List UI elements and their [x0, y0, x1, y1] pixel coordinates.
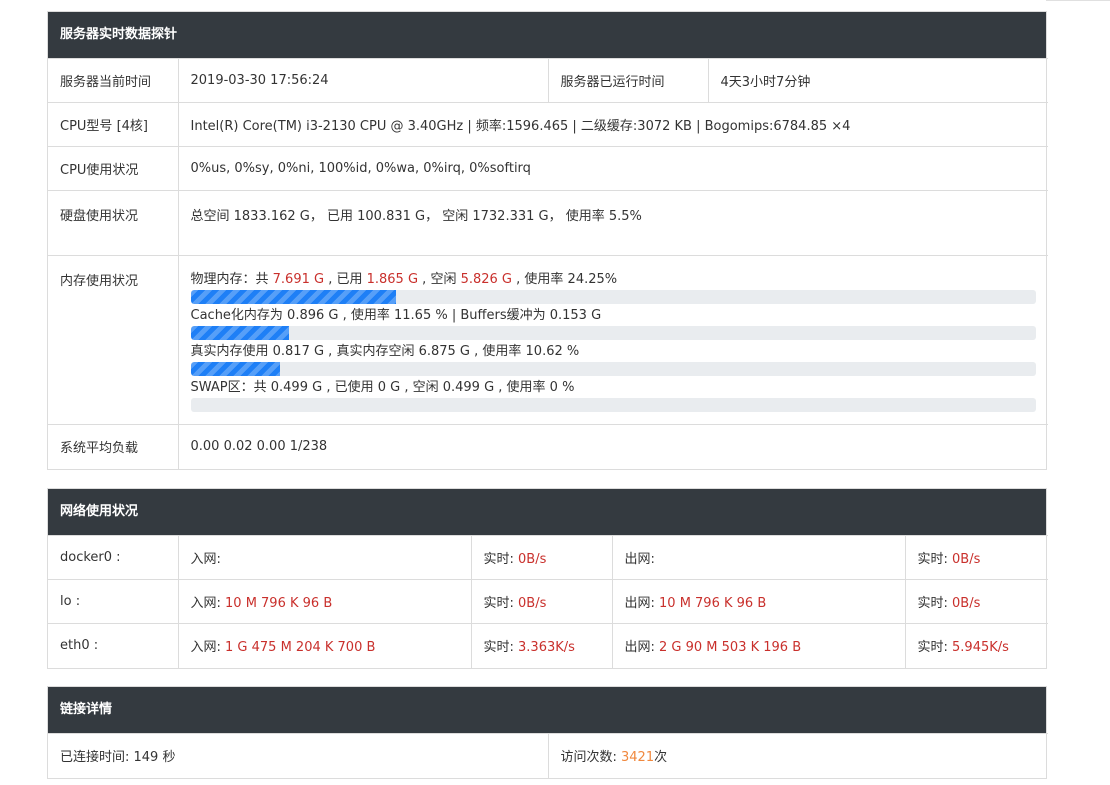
realtime-label: 实时:	[483, 596, 519, 611]
memory-usage-label: 内存使用状况	[48, 255, 179, 425]
cpu-usage-row: CPU使用状况 0%us, 0%sy, 0%ni, 100%id, 0%wa, …	[48, 146, 1048, 191]
network-row-eth0: eth0 : 入网: 1 G 475 M 204 K 700 B 实时: 3.3…	[48, 623, 1048, 668]
cpu-usage-label: CPU使用状况	[48, 146, 179, 191]
realtime-label: 实时:	[483, 640, 519, 656]
realtime-label: 实时:	[483, 552, 519, 567]
inbound-realtime-value: 0B/s	[518, 596, 547, 611]
physical-memory-line: 物理内存：共 7.691 G , 已用 1.865 G , 空闲 5.826 G…	[191, 272, 1037, 288]
outbound-label: 出网:	[624, 640, 660, 656]
cpu-usage-value: 0%us, 0%sy, 0%ni, 100%id, 0%wa, 0%irq, 0…	[178, 146, 1048, 191]
server-time-row: 服务器当前时间 2019-03-30 17:56:24 服务器已运行时间 4天3…	[48, 58, 1048, 103]
inbound-realtime: 实时: 0B/s	[471, 579, 613, 624]
physical-memory-free: 5.826 G	[460, 272, 513, 287]
network-table: docker0 : 入网: 实时: 0B/s 出网: 实时: 0B/s lo :…	[48, 535, 1048, 668]
inbound-total: 入网: 1 G 475 M 204 K 700 B	[178, 623, 472, 668]
inbound-realtime-value: 3.363K/s	[518, 640, 575, 656]
disk-usage-value: 总空间 1833.162 G， 已用 100.831 G， 空闲 1732.33…	[178, 190, 1048, 256]
connected-time: 已连接时间: 149 秒	[48, 733, 549, 778]
cpu-model-row: CPU型号 [4核] Intel(R) Core(TM) i3-2130 CPU…	[48, 102, 1048, 147]
top-edge-line	[1046, 0, 1110, 1]
real-memory-line: 真实内存使用 0.817 G , 真实内存空闲 6.875 G , 使用率 10…	[190, 344, 580, 359]
connection-panel: 链接详情 已连接时间: 149 秒 访问次数: 3421次	[47, 686, 1048, 779]
server-info-panel: 服务器实时数据探针 服务器当前时间 2019-03-30 17:56:24 服务…	[47, 11, 1048, 470]
memory-usage-details: 物理内存：共 7.691 G , 已用 1.865 G , 空闲 5.826 G…	[178, 255, 1048, 425]
server-panel-title: 服务器实时数据探针	[48, 12, 1046, 58]
physical-memory-used-label: , 已用	[324, 272, 367, 287]
network-panel: 网络使用状况 docker0 : 入网: 实时: 0B/s 出网: 实时: 0B…	[47, 488, 1048, 669]
inbound-realtime: 实时: 0B/s	[471, 535, 613, 580]
load-average-row: 系统平均负载 0.00 0.02 0.00 1/238	[48, 424, 1048, 469]
outbound-realtime-value: 5.945K/s	[952, 640, 1009, 656]
outbound-total: 出网:	[612, 535, 906, 580]
interface-name: lo :	[48, 579, 179, 624]
interface-name: eth0 :	[48, 623, 179, 668]
network-panel-title: 网络使用状况	[48, 489, 1046, 535]
network-row-docker0: docker0 : 入网: 实时: 0B/s 出网: 实时: 0B/s	[48, 535, 1048, 580]
outbound-total: 出网: 2 G 90 M 503 K 196 B	[612, 623, 906, 668]
visit-count-unit: 次	[654, 750, 668, 766]
realtime-label: 实时:	[917, 596, 953, 611]
realtime-label: 实时:	[917, 640, 953, 656]
connection-panel-title: 链接详情	[48, 687, 1046, 733]
visit-count-label: 访问次数:	[560, 750, 622, 766]
outbound-realtime: 实时: 5.945K/s	[905, 623, 1048, 668]
real-memory-progress	[190, 362, 1036, 376]
inbound-total: 入网:	[178, 535, 472, 580]
outbound-value: 10 M 796 K 96 B	[659, 596, 767, 611]
outbound-label: 出网:	[624, 596, 660, 611]
inbound-value: 1 G 475 M 204 K 700 B	[225, 640, 376, 656]
server-time-value: 2019-03-30 17:56:24	[178, 58, 549, 103]
inbound-realtime: 实时: 3.363K/s	[471, 623, 613, 668]
load-average-value: 0.00 0.02 0.00 1/238	[178, 424, 1048, 469]
swap-memory-progress	[190, 398, 1036, 412]
inbound-label: 入网:	[190, 596, 226, 611]
physical-memory-used: 1.865 G	[366, 272, 419, 287]
physical-memory-progress-fill	[190, 290, 396, 304]
physical-memory-rate: , 使用率 24.25%	[512, 272, 618, 287]
outbound-realtime-value: 0B/s	[952, 552, 981, 567]
swap-memory-line: SWAP区：共 0.499 G , 已使用 0 G , 空闲 0.499 G ,…	[190, 380, 575, 395]
cpu-model-value: Intel(R) Core(TM) i3-2130 CPU @ 3.40GHz …	[178, 102, 1048, 147]
outbound-realtime-value: 0B/s	[952, 596, 981, 611]
uptime-value: 4天3小时7分钟	[708, 58, 1048, 103]
cache-memory-progress-fill	[190, 326, 289, 340]
physical-memory-progress	[190, 290, 1036, 304]
outbound-value: 2 G 90 M 503 K 196 B	[659, 640, 802, 656]
cache-memory-line: Cache化内存为 0.896 G , 使用率 11.65 % | Buffer…	[190, 308, 602, 323]
connection-table: 已连接时间: 149 秒 访问次数: 3421次	[48, 733, 1048, 778]
server-info-table: 服务器当前时间 2019-03-30 17:56:24 服务器已运行时间 4天3…	[48, 58, 1048, 469]
physical-memory-prefix: 物理内存：共	[190, 272, 273, 287]
memory-usage-row: 内存使用状况 物理内存：共 7.691 G , 已用 1.865 G , 空闲 …	[48, 255, 1048, 425]
realtime-label: 实时:	[917, 552, 953, 567]
network-row-lo: lo : 入网: 10 M 796 K 96 B 实时: 0B/s 出网: 10…	[48, 579, 1048, 624]
interface-name: docker0 :	[48, 535, 179, 580]
outbound-realtime: 实时: 0B/s	[905, 535, 1048, 580]
physical-memory-total: 7.691 G	[272, 272, 325, 287]
real-memory-progress-fill	[190, 362, 281, 376]
inbound-value: 10 M 796 K 96 B	[225, 596, 333, 611]
inbound-total: 入网: 10 M 796 K 96 B	[178, 579, 472, 624]
load-average-label: 系统平均负载	[48, 424, 179, 469]
outbound-label: 出网:	[624, 552, 655, 567]
server-time-label: 服务器当前时间	[48, 58, 179, 103]
physical-memory-free-label: , 空闲	[418, 272, 461, 287]
outbound-realtime: 实时: 0B/s	[905, 579, 1048, 624]
visit-count-value: 3421	[621, 750, 655, 766]
connection-row: 已连接时间: 149 秒 访问次数: 3421次	[48, 733, 1048, 778]
outbound-total: 出网: 10 M 796 K 96 B	[612, 579, 906, 624]
cpu-model-label: CPU型号 [4核]	[48, 102, 179, 147]
disk-usage-label: 硬盘使用状况	[48, 190, 179, 256]
uptime-label: 服务器已运行时间	[548, 58, 709, 103]
inbound-label: 入网:	[190, 640, 226, 656]
inbound-realtime-value: 0B/s	[518, 552, 547, 567]
cache-memory-progress	[190, 326, 1036, 340]
visit-count: 访问次数: 3421次	[548, 733, 1048, 778]
disk-usage-row: 硬盘使用状况 总空间 1833.162 G， 已用 100.831 G， 空闲 …	[48, 190, 1048, 256]
inbound-label: 入网:	[190, 552, 221, 567]
